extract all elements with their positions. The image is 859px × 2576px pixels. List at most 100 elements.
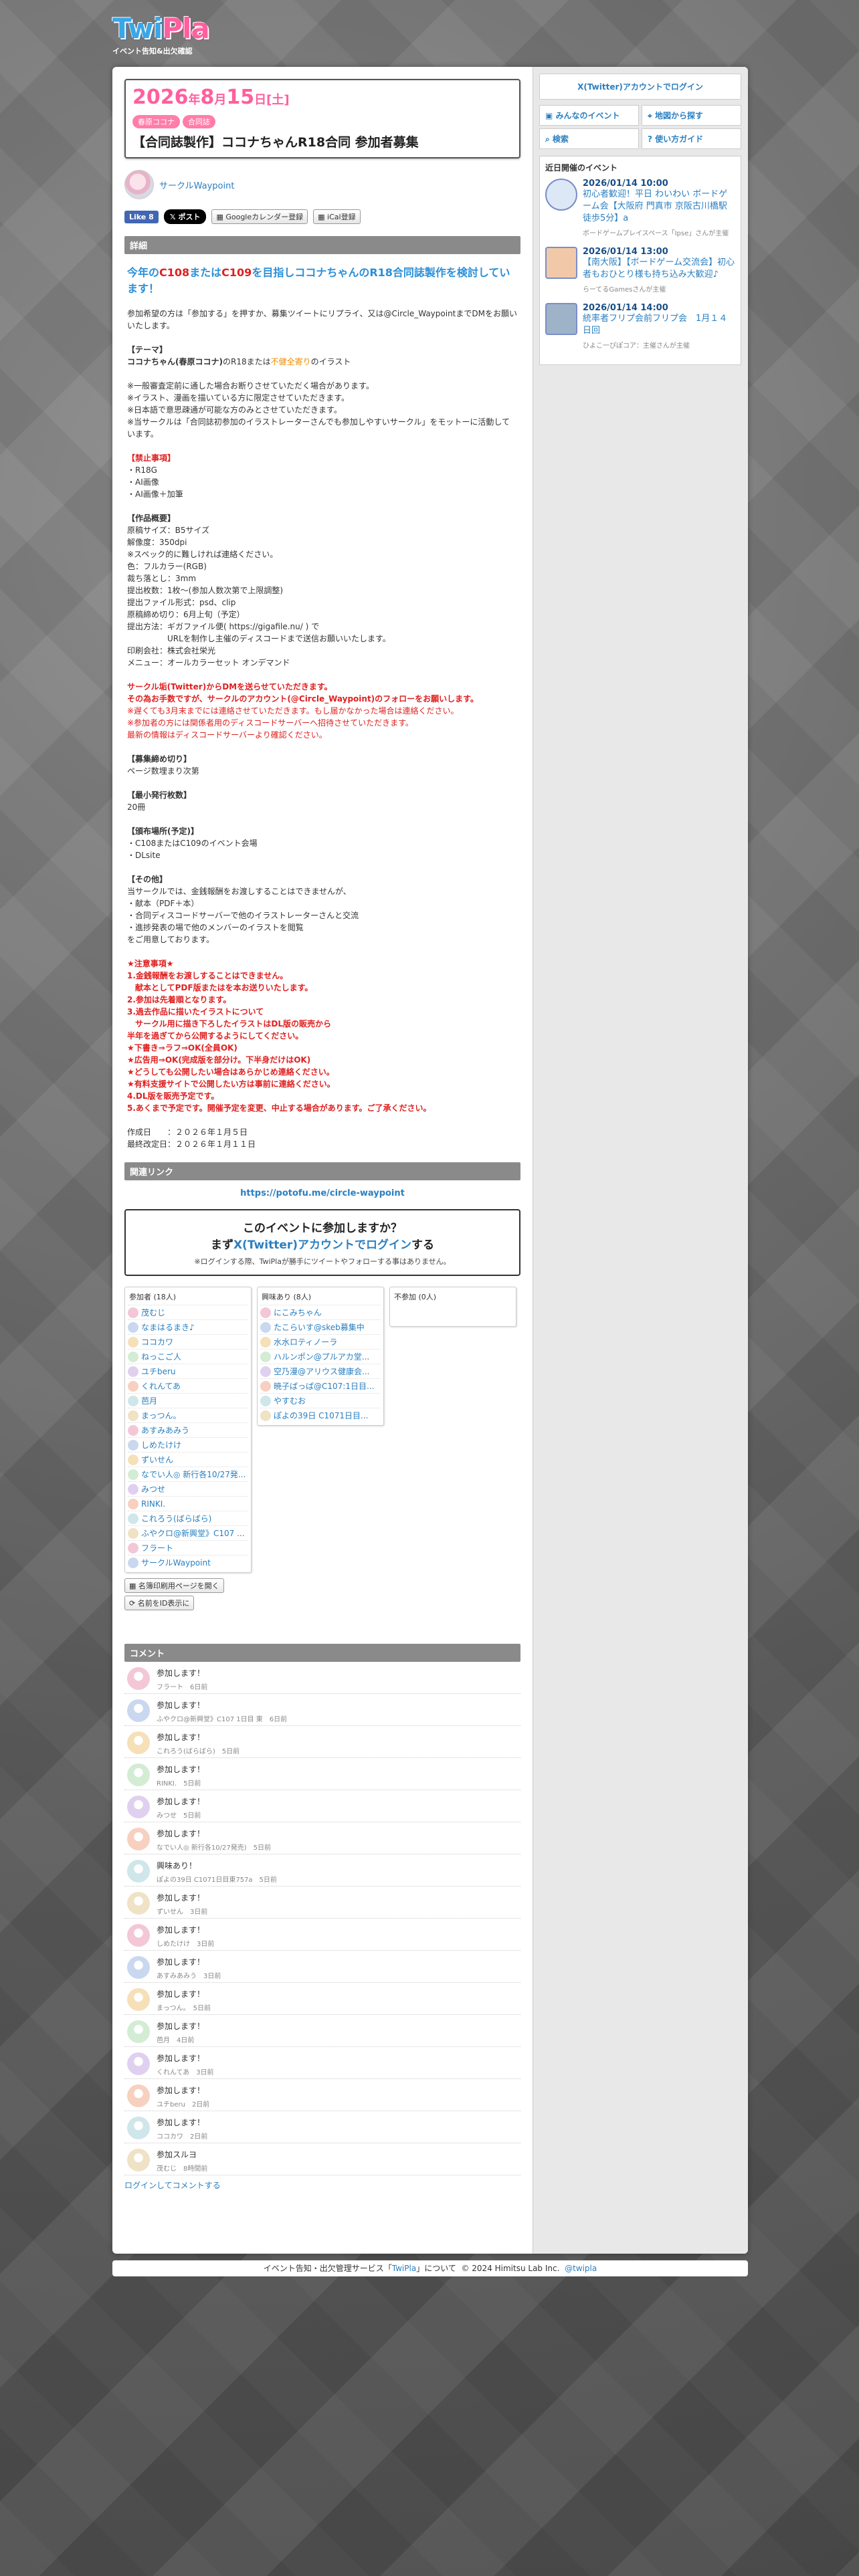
commenter-avatar[interactable] <box>127 1988 150 2011</box>
commenter-avatar[interactable] <box>127 1796 150 1818</box>
commenter-avatar[interactable] <box>127 2149 150 2171</box>
maybe-attendee[interactable]: やすむお <box>260 1393 381 1408</box>
going-attendee[interactable]: RINKI. <box>128 1496 248 1511</box>
organizer-avatar[interactable] <box>124 170 154 199</box>
going-attendee[interactable]: これろう(ばらばら) <box>128 1511 248 1525</box>
user-name-link[interactable]: ねっこご人 <box>141 1351 181 1362</box>
going-attendee[interactable]: あすみあみう <box>128 1422 248 1437</box>
organizer-link[interactable]: サークルWaypoint <box>159 179 234 191</box>
going-attendee[interactable]: しめたけけ <box>128 1437 248 1452</box>
ical-button[interactable]: ▦ iCal登録 <box>313 209 361 224</box>
user-name-link[interactable]: ユチberu <box>141 1366 176 1377</box>
going-attendee[interactable]: サークルWaypoint <box>128 1555 248 1570</box>
maybe-attendee[interactable]: 暁子ぱっぱ@C107:1日目... <box>260 1378 381 1393</box>
going-attendee[interactable]: 芭月 <box>128 1393 248 1408</box>
upcoming-event[interactable]: 2026/01/14 14:00 統率者フリプ会前フリプ会 1月１４日回 ひよこ一ぴ… <box>545 303 735 350</box>
commenter-avatar[interactable] <box>127 1956 150 1979</box>
maybe-attendee[interactable]: ハルンポン@プルアカ堂... <box>260 1349 381 1364</box>
going-attendee[interactable]: ココカワ <box>128 1334 248 1349</box>
related-link[interactable]: https://potofu.me/circle-waypoint <box>240 1188 405 1198</box>
nav-search[interactable]: ⌕ 検索 <box>539 128 639 149</box>
user-name-link[interactable]: 暁子ぱっぱ@C107:1日目... <box>274 1380 374 1392</box>
user-name-link[interactable]: ぽよの39日 C1071日目... <box>274 1410 368 1421</box>
commenter-avatar[interactable] <box>127 2084 150 2107</box>
user-name-link[interactable]: まっつん。 <box>141 1410 181 1421</box>
upcoming-event-title[interactable]: 【南大阪】【ボードゲーム交流会】初心者もおひとり様も持ち込み大歓迎♪ <box>583 257 735 281</box>
user-name-link[interactable]: 空乃漫@アリウス健康会... <box>274 1366 369 1377</box>
user-name-link[interactable]: フラート <box>141 1542 173 1553</box>
commenter-avatar[interactable] <box>127 1763 150 1786</box>
nav-guide[interactable]: ? 使い方ガイド <box>642 128 741 149</box>
going-attendee[interactable]: 茂むじ <box>128 1305 248 1319</box>
twipla-logo[interactable]: TwiPla <box>112 13 300 44</box>
nav-events[interactable]: ▣ みんなのイベント <box>539 105 639 126</box>
user-name-link[interactable]: 水水ロティノーラ <box>274 1336 337 1348</box>
google-calendar-button[interactable]: ▦ Googleカレンダー登録 <box>211 209 308 224</box>
user-name-link[interactable]: なでい人◎ 新行各10/27発... <box>141 1469 246 1480</box>
commenter-avatar[interactable] <box>127 2117 150 2139</box>
maybe-attendee[interactable]: 空乃漫@アリウス健康会... <box>260 1364 381 1378</box>
user-name-link[interactable]: なまはるまき♪ <box>141 1321 195 1333</box>
footer-twipla-link[interactable]: TwiPla <box>392 2264 416 2273</box>
upcoming-event-title[interactable]: 初心者歓迎！平日 わいわい ボードゲーム会【大阪府 門真市 京阪古川橋駅 徒歩5… <box>583 189 735 225</box>
join-login-link[interactable]: X(Twitter)アカウントでログイン <box>233 1239 411 1252</box>
tag-chip[interactable]: 合同誌 <box>183 115 215 128</box>
maybe-attendee[interactable]: ぽよの39日 C1071日目... <box>260 1408 381 1422</box>
commenter-avatar[interactable] <box>127 1731 150 1754</box>
upcoming-event[interactable]: 2026/01/14 10:00 初心者歓迎！平日 わいわい ボードゲーム会【大阪… <box>545 179 735 237</box>
commenter-avatar[interactable] <box>127 1699 150 1722</box>
going-attendee[interactable]: ずいせん <box>128 1452 248 1467</box>
going-attendee[interactable]: ユチberu <box>128 1364 248 1378</box>
print-list-button[interactable]: ▦ 名簿印刷用ページを開く <box>124 1578 224 1593</box>
user-name-link[interactable]: ココカワ <box>141 1336 173 1348</box>
notice-section: ★注意事項★ 1.金銭報酬をお渡しすることはできません。 献本としてPDF版また… <box>127 958 518 1114</box>
going-attendee[interactable]: みつせ <box>128 1481 248 1496</box>
commenter-avatar[interactable] <box>127 2020 150 2043</box>
user-name-link[interactable]: ふやクロ@新興堂》C107 ... <box>141 1527 245 1539</box>
user-name-link[interactable]: サークルWaypoint <box>141 1557 211 1568</box>
place-heading: 【頒布場所(予定)】 <box>127 827 199 836</box>
commenter-avatar[interactable] <box>127 1667 150 1690</box>
maybe-attendee[interactable]: 水水ロティノーラ <box>260 1334 381 1349</box>
login-to-comment-link[interactable]: ログインしてコメントする <box>124 2181 221 2190</box>
going-attendee[interactable]: フラート <box>128 1540 248 1555</box>
going-attendee[interactable]: なでい人◎ 新行各10/27発... <box>128 1467 248 1481</box>
maybe-attendee[interactable]: にこみちゃん <box>260 1305 381 1319</box>
commenter-avatar[interactable] <box>127 1828 150 1850</box>
footer-handle-link[interactable]: @twipla <box>565 2264 597 2273</box>
user-name-link[interactable]: あすみあみう <box>141 1424 189 1436</box>
upcoming-event-title[interactable]: 統率者フリプ会前フリプ会 1月１４日回 <box>583 313 735 337</box>
user-avatar <box>128 1439 138 1451</box>
user-name-link[interactable]: ハルンポン@プルアカ堂... <box>274 1351 369 1362</box>
nav-map[interactable]: ⌖ 地図から探す <box>642 105 741 126</box>
going-attendee[interactable]: まっつん。 <box>128 1408 248 1422</box>
user-name-link[interactable]: ずいせん <box>141 1454 173 1465</box>
user-name-link[interactable]: みつせ <box>141 1483 165 1495</box>
user-name-link[interactable]: にこみちゃん <box>274 1307 322 1318</box>
tag-chip[interactable]: 春原ココナ <box>132 115 180 128</box>
commenter-avatar[interactable] <box>127 1892 150 1915</box>
user-name-link[interactable]: 茂むじ <box>141 1307 165 1318</box>
user-name-link[interactable]: RINKI. <box>141 1499 165 1509</box>
user-name-link[interactable]: くれんてあ <box>141 1380 181 1392</box>
facebook-like-button[interactable]: Like 8 <box>124 210 159 223</box>
commenter-avatar[interactable] <box>127 1924 150 1947</box>
user-name-link[interactable]: たこらいす@skeb募集中 <box>274 1321 365 1333</box>
user-name-link[interactable]: しめたけけ <box>141 1439 181 1451</box>
going-attendee[interactable]: くれんてあ <box>128 1378 248 1393</box>
upcoming-event[interactable]: 2026/01/14 13:00 【南大阪】【ボードゲーム交流会】初心者もおひとり… <box>545 247 735 294</box>
show-id-button[interactable]: ⟳ 名前をID表示に <box>124 1596 195 1610</box>
going-attendee[interactable]: ねっこご人 <box>128 1349 248 1364</box>
commenter-avatar[interactable] <box>127 2052 150 2075</box>
going-attendee[interactable]: なまはるまき♪ <box>128 1319 248 1334</box>
user-name-link[interactable]: やすむお <box>274 1395 306 1406</box>
commenter-avatar[interactable] <box>127 1860 150 1883</box>
maybe-attendee[interactable]: たこらいす@skeb募集中 <box>260 1319 381 1334</box>
user-name-link[interactable]: これろう(ばらばら) <box>141 1513 211 1524</box>
x-login-button[interactable]: X(Twitter)アカウントでログイン <box>539 74 741 100</box>
going-attendee[interactable]: ふやクロ@新興堂》C107 ... <box>128 1525 248 1540</box>
upcoming-event-date: 2026/01/14 13:00 <box>583 247 668 257</box>
x-post-button[interactable]: 𝕏 ポスト <box>163 209 207 224</box>
comment-meta: RINKI. 5日前 <box>157 1780 201 1788</box>
user-name-link[interactable]: 芭月 <box>141 1395 157 1406</box>
